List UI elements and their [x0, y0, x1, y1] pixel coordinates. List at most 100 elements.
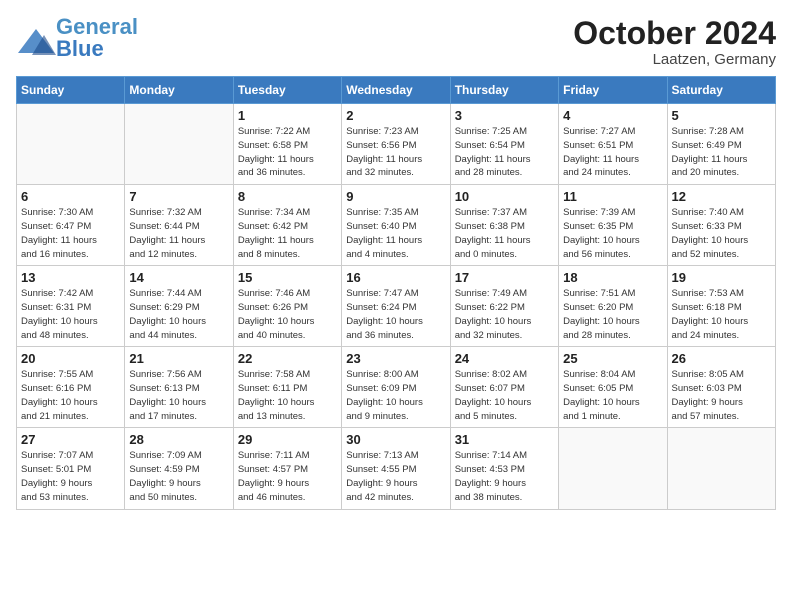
- day-number: 23: [346, 351, 445, 366]
- day-cell: [667, 428, 775, 509]
- day-info: Sunrise: 7:11 AM Sunset: 4:57 PM Dayligh…: [238, 449, 337, 504]
- day-cell: 13 Sunrise: 7:42 AM Sunset: 6:31 PM Dayli…: [17, 266, 125, 347]
- header-wednesday: Wednesday: [342, 77, 450, 104]
- day-number: 16: [346, 270, 445, 285]
- day-info: Sunrise: 7:58 AM Sunset: 6:11 PM Dayligh…: [238, 368, 337, 423]
- day-info: Sunrise: 7:28 AM Sunset: 6:49 PM Dayligh…: [672, 125, 771, 180]
- day-number: 5: [672, 108, 771, 123]
- day-number: 11: [563, 189, 662, 204]
- day-cell: 18Sunrise: 7:51 AM Sunset: 6:20 PM Dayli…: [559, 266, 667, 347]
- day-cell: 23 Sunrise: 8:00 AM Sunset: 6:09 PM Dayli…: [342, 347, 450, 428]
- day-cell: 25 Sunrise: 8:04 AM Sunset: 6:05 PM Dayli…: [559, 347, 667, 428]
- day-cell: 26Sunrise: 8:05 AM Sunset: 6:03 PM Dayli…: [667, 347, 775, 428]
- day-info: Sunrise: 7:13 AM Sunset: 4:55 PM Dayligh…: [346, 449, 445, 504]
- day-info: Sunrise: 7:23 AM Sunset: 6:56 PM Dayligh…: [346, 125, 445, 180]
- day-cell: 5 Sunrise: 7:28 AM Sunset: 6:49 PM Daylig…: [667, 104, 775, 185]
- day-info: Sunrise: 7:35 AM Sunset: 6:40 PM Dayligh…: [346, 206, 445, 261]
- day-cell: 11Sunrise: 7:39 AM Sunset: 6:35 PM Dayli…: [559, 185, 667, 266]
- day-info: Sunrise: 7:44 AM Sunset: 6:29 PM Dayligh…: [129, 287, 228, 342]
- day-cell: 6 Sunrise: 7:30 AM Sunset: 6:47 PM Daylig…: [17, 185, 125, 266]
- day-info: Sunrise: 7:46 AM Sunset: 6:26 PM Dayligh…: [238, 287, 337, 342]
- day-cell: 31Sunrise: 7:14 AM Sunset: 4:53 PM Dayli…: [450, 428, 558, 509]
- day-cell: 22 Sunrise: 7:58 AM Sunset: 6:11 PM Dayli…: [233, 347, 341, 428]
- day-number: 21: [129, 351, 228, 366]
- weekday-header-row: Sunday Monday Tuesday Wednesday Thursday…: [17, 77, 776, 104]
- day-cell: 17 Sunrise: 7:49 AM Sunset: 6:22 PM Dayli…: [450, 266, 558, 347]
- day-number: 25: [563, 351, 662, 366]
- logo-icon: [16, 27, 52, 49]
- day-cell: 28 Sunrise: 7:09 AM Sunset: 4:59 PM Dayli…: [125, 428, 233, 509]
- day-cell: 2 Sunrise: 7:23 AM Sunset: 6:56 PM Daylig…: [342, 104, 450, 185]
- day-info: Sunrise: 7:37 AM Sunset: 6:38 PM Dayligh…: [455, 206, 554, 261]
- day-number: 18: [563, 270, 662, 285]
- day-number: 22: [238, 351, 337, 366]
- day-info: Sunrise: 7:07 AM Sunset: 5:01 PM Dayligh…: [21, 449, 120, 504]
- day-number: 1: [238, 108, 337, 123]
- day-number: 31: [455, 432, 554, 447]
- day-cell: 9 Sunrise: 7:35 AM Sunset: 6:40 PM Daylig…: [342, 185, 450, 266]
- day-info: Sunrise: 7:30 AM Sunset: 6:47 PM Dayligh…: [21, 206, 120, 261]
- day-info: Sunrise: 7:55 AM Sunset: 6:16 PM Dayligh…: [21, 368, 120, 423]
- page-container: General Blue October 2024 Laatzen, Germa…: [0, 0, 792, 520]
- day-info: Sunrise: 8:04 AM Sunset: 6:05 PM Dayligh…: [563, 368, 662, 423]
- day-number: 10: [455, 189, 554, 204]
- logo-text: General Blue: [56, 16, 138, 60]
- day-info: Sunrise: 7:34 AM Sunset: 6:42 PM Dayligh…: [238, 206, 337, 261]
- day-cell: 16 Sunrise: 7:47 AM Sunset: 6:24 PM Dayli…: [342, 266, 450, 347]
- day-info: Sunrise: 8:02 AM Sunset: 6:07 PM Dayligh…: [455, 368, 554, 423]
- day-number: 29: [238, 432, 337, 447]
- day-cell: [125, 104, 233, 185]
- page-header: General Blue October 2024 Laatzen, Germa…: [16, 16, 776, 68]
- day-cell: [17, 104, 125, 185]
- day-number: 20: [21, 351, 120, 366]
- day-info: Sunrise: 7:53 AM Sunset: 6:18 PM Dayligh…: [672, 287, 771, 342]
- day-number: 17: [455, 270, 554, 285]
- week-row-4: 20 Sunrise: 7:55 AM Sunset: 6:16 PM Dayli…: [17, 347, 776, 428]
- day-number: 28: [129, 432, 228, 447]
- week-row-1: 1 Sunrise: 7:22 AM Sunset: 6:58 PM Daylig…: [17, 104, 776, 185]
- day-cell: 30 Sunrise: 7:13 AM Sunset: 4:55 PM Dayli…: [342, 428, 450, 509]
- day-cell: 7 Sunrise: 7:32 AM Sunset: 6:44 PM Daylig…: [125, 185, 233, 266]
- day-number: 9: [346, 189, 445, 204]
- day-number: 6: [21, 189, 120, 204]
- day-number: 27: [21, 432, 120, 447]
- header-thursday: Thursday: [450, 77, 558, 104]
- day-info: Sunrise: 7:27 AM Sunset: 6:51 PM Dayligh…: [563, 125, 662, 180]
- day-info: Sunrise: 8:05 AM Sunset: 6:03 PM Dayligh…: [672, 368, 771, 423]
- day-number: 8: [238, 189, 337, 204]
- day-number: 7: [129, 189, 228, 204]
- day-cell: [559, 428, 667, 509]
- day-info: Sunrise: 8:00 AM Sunset: 6:09 PM Dayligh…: [346, 368, 445, 423]
- header-sunday: Sunday: [17, 77, 125, 104]
- month-title: October 2024: [573, 16, 776, 51]
- day-info: Sunrise: 7:47 AM Sunset: 6:24 PM Dayligh…: [346, 287, 445, 342]
- day-number: 15: [238, 270, 337, 285]
- logo: General Blue: [16, 16, 138, 60]
- day-info: Sunrise: 7:42 AM Sunset: 6:31 PM Dayligh…: [21, 287, 120, 342]
- day-cell: 1 Sunrise: 7:22 AM Sunset: 6:58 PM Daylig…: [233, 104, 341, 185]
- logo-blue: Blue: [56, 36, 104, 61]
- day-info: Sunrise: 7:09 AM Sunset: 4:59 PM Dayligh…: [129, 449, 228, 504]
- day-number: 14: [129, 270, 228, 285]
- day-info: Sunrise: 7:22 AM Sunset: 6:58 PM Dayligh…: [238, 125, 337, 180]
- day-number: 19: [672, 270, 771, 285]
- day-cell: 8 Sunrise: 7:34 AM Sunset: 6:42 PM Daylig…: [233, 185, 341, 266]
- day-info: Sunrise: 7:25 AM Sunset: 6:54 PM Dayligh…: [455, 125, 554, 180]
- calendar-table: Sunday Monday Tuesday Wednesday Thursday…: [16, 76, 776, 509]
- day-info: Sunrise: 7:56 AM Sunset: 6:13 PM Dayligh…: [129, 368, 228, 423]
- day-info: Sunrise: 7:49 AM Sunset: 6:22 PM Dayligh…: [455, 287, 554, 342]
- day-cell: 14 Sunrise: 7:44 AM Sunset: 6:29 PM Dayli…: [125, 266, 233, 347]
- day-number: 3: [455, 108, 554, 123]
- day-cell: 3 Sunrise: 7:25 AM Sunset: 6:54 PM Daylig…: [450, 104, 558, 185]
- title-area: October 2024 Laatzen, Germany: [573, 16, 776, 68]
- day-info: Sunrise: 7:32 AM Sunset: 6:44 PM Dayligh…: [129, 206, 228, 261]
- day-number: 30: [346, 432, 445, 447]
- day-cell: 4Sunrise: 7:27 AM Sunset: 6:51 PM Daylig…: [559, 104, 667, 185]
- day-number: 13: [21, 270, 120, 285]
- week-row-2: 6 Sunrise: 7:30 AM Sunset: 6:47 PM Daylig…: [17, 185, 776, 266]
- day-cell: 21 Sunrise: 7:56 AM Sunset: 6:13 PM Dayli…: [125, 347, 233, 428]
- day-number: 2: [346, 108, 445, 123]
- day-cell: 20 Sunrise: 7:55 AM Sunset: 6:16 PM Dayli…: [17, 347, 125, 428]
- day-cell: 15 Sunrise: 7:46 AM Sunset: 6:26 PM Dayli…: [233, 266, 341, 347]
- day-cell: 19 Sunrise: 7:53 AM Sunset: 6:18 PM Dayli…: [667, 266, 775, 347]
